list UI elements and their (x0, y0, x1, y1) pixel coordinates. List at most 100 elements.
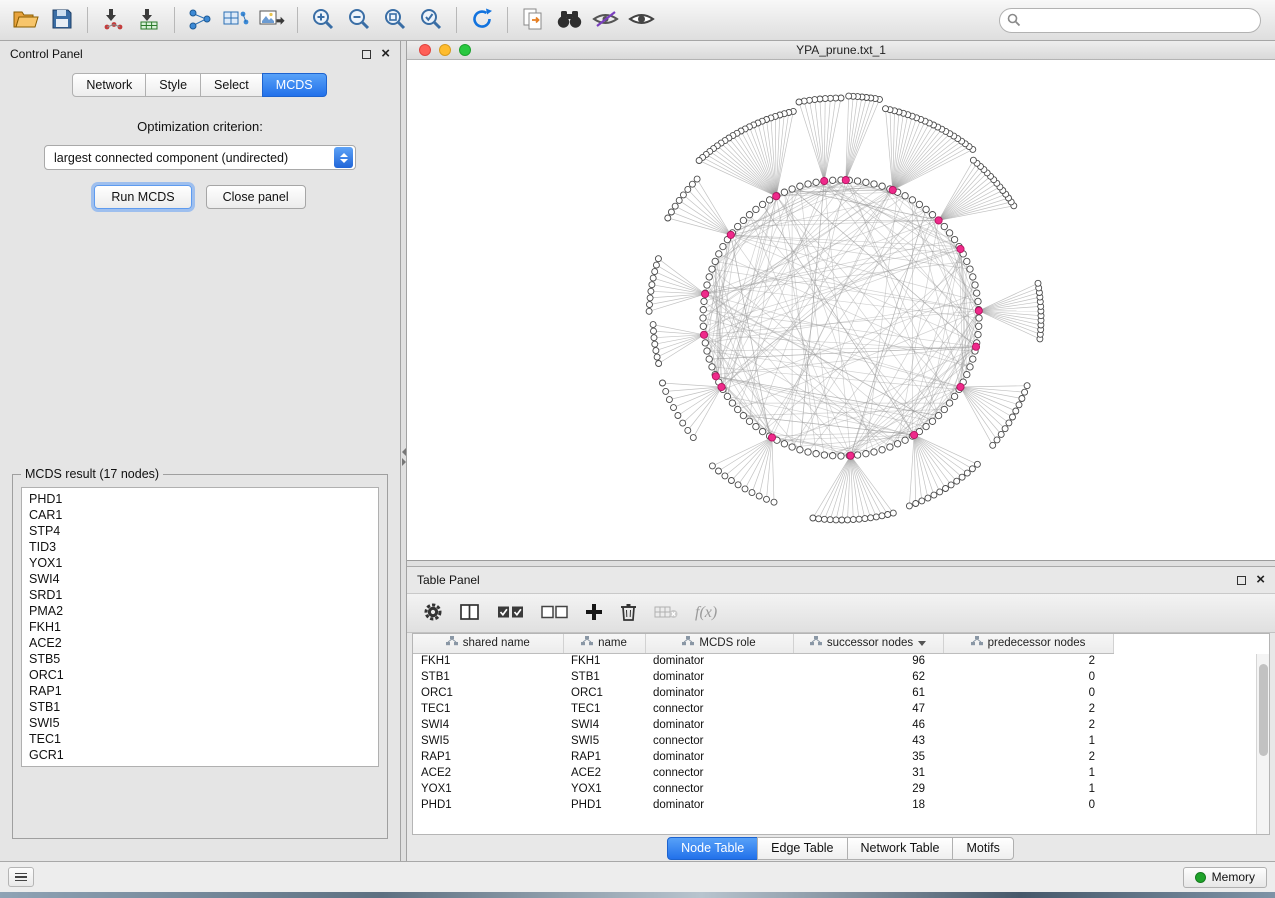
table-cell[interactable]: RAP1 (413, 749, 563, 765)
export-image-button[interactable] (254, 4, 290, 36)
minimize-window-icon[interactable] (439, 44, 451, 56)
delete-column-button[interactable] (620, 602, 637, 625)
column-header-successor-nodes[interactable]: successor nodes (793, 634, 943, 653)
mcds-result-item[interactable]: PMA2 (22, 603, 378, 619)
tab-mcds[interactable]: MCDS (262, 73, 327, 97)
table-row[interactable]: TEC1TEC1connector472 (413, 701, 1269, 717)
table-cell[interactable]: YOX1 (563, 781, 645, 797)
table-cell[interactable]: 35 (793, 749, 943, 765)
table-cell[interactable]: 47 (793, 701, 943, 717)
create-column-button[interactable] (585, 603, 603, 624)
float-table-panel-icon[interactable] (1237, 576, 1246, 585)
close-panel-icon[interactable]: × (381, 49, 390, 59)
table-cell[interactable]: 96 (793, 653, 943, 669)
table-cell[interactable]: 0 (943, 669, 1113, 685)
table-cell[interactable]: SWI5 (413, 733, 563, 749)
table-cell[interactable]: 2 (943, 749, 1113, 765)
mcds-result-item[interactable]: STP4 (22, 523, 378, 539)
table-row[interactable]: ACE2ACE2connector311 (413, 765, 1269, 781)
mcds-result-item[interactable]: PHD1 (22, 491, 378, 507)
table-cell[interactable]: 1 (943, 781, 1113, 797)
table-row[interactable]: ORC1ORC1dominator610 (413, 685, 1269, 701)
unselect-all-columns-button[interactable] (541, 604, 568, 623)
table-row[interactable]: SWI4SWI4dominator462 (413, 717, 1269, 733)
table-row[interactable]: STB1STB1dominator620 (413, 669, 1269, 685)
status-menu-button[interactable] (8, 867, 34, 887)
table-cell[interactable]: TEC1 (413, 701, 563, 717)
table-cell[interactable]: PHD1 (563, 797, 645, 813)
maximize-window-icon[interactable] (459, 44, 471, 56)
tab-network[interactable]: Network (72, 73, 146, 97)
table-cell[interactable]: 46 (793, 717, 943, 733)
tab-style[interactable]: Style (145, 73, 201, 97)
tab-motifs[interactable]: Motifs (952, 837, 1013, 860)
mcds-result-list[interactable]: PHD1CAR1STP4TID3YOX1SWI4SRD1PMA2FKH1ACE2… (21, 487, 379, 767)
network-from-table-button[interactable] (218, 4, 254, 36)
table-cell[interactable]: SWI5 (563, 733, 645, 749)
table-cell[interactable]: ACE2 (413, 765, 563, 781)
table-row[interactable]: PHD1PHD1dominator180 (413, 797, 1269, 813)
mcds-result-item[interactable]: TEC1 (22, 731, 378, 747)
criterion-select[interactable]: largest connected component (undirected) (44, 145, 356, 170)
table-cell[interactable]: STB1 (563, 669, 645, 685)
table-cell[interactable]: TEC1 (563, 701, 645, 717)
close-table-panel-icon[interactable]: × (1256, 575, 1265, 585)
table-row[interactable]: FKH1FKH1dominator962 (413, 653, 1269, 669)
column-header-MCDS-role[interactable]: MCDS role (645, 634, 793, 653)
table-row[interactable]: SWI5SWI5connector431 (413, 733, 1269, 749)
table-cell[interactable]: ORC1 (413, 685, 563, 701)
mcds-result-item[interactable]: SWI4 (22, 571, 378, 587)
table-cell[interactable]: 31 (793, 765, 943, 781)
zoom-selected-button[interactable] (413, 4, 449, 36)
column-header-name[interactable]: name (563, 634, 645, 653)
table-cell[interactable]: connector (645, 765, 793, 781)
table-row[interactable]: RAP1RAP1dominator352 (413, 749, 1269, 765)
mcds-result-item[interactable]: GCR1 (22, 747, 378, 763)
table-cell[interactable]: 0 (943, 797, 1113, 813)
show-annotations-button[interactable] (623, 4, 659, 36)
run-mcds-button[interactable]: Run MCDS (94, 185, 191, 209)
table-cell[interactable]: ORC1 (563, 685, 645, 701)
table-cell[interactable]: dominator (645, 749, 793, 765)
close-window-icon[interactable] (419, 44, 431, 56)
table-cell[interactable]: 18 (793, 797, 943, 813)
mcds-result-item[interactable]: TID3 (22, 539, 378, 555)
search-input[interactable] (999, 8, 1261, 33)
float-panel-icon[interactable] (362, 50, 371, 59)
new-network-button[interactable] (182, 4, 218, 36)
table-cell[interactable]: PHD1 (413, 797, 563, 813)
table-cell[interactable]: 0 (943, 685, 1113, 701)
mcds-result-item[interactable]: CAR1 (22, 507, 378, 523)
find-network-button[interactable] (551, 4, 587, 36)
close-panel-button[interactable]: Close panel (206, 185, 306, 209)
mcds-result-item[interactable]: YOX1 (22, 555, 378, 571)
show-columns-button[interactable] (460, 603, 480, 624)
tab-select[interactable]: Select (200, 73, 263, 97)
table-cell[interactable]: FKH1 (563, 653, 645, 669)
table-cell[interactable]: 43 (793, 733, 943, 749)
import-table-button[interactable] (131, 4, 167, 36)
mcds-result-item[interactable]: SWI5 (22, 715, 378, 731)
function-builder-button[interactable]: f(x) (695, 604, 717, 622)
zoom-out-button[interactable] (341, 4, 377, 36)
copy-network-button[interactable] (515, 4, 551, 36)
table-cell[interactable]: dominator (645, 797, 793, 813)
table-cell[interactable]: FKH1 (413, 653, 563, 669)
table-cell[interactable]: connector (645, 701, 793, 717)
scrollbar-thumb[interactable] (1259, 664, 1268, 756)
table-cell[interactable]: dominator (645, 653, 793, 669)
table-cell[interactable]: RAP1 (563, 749, 645, 765)
open-file-button[interactable] (8, 4, 44, 36)
hide-annotations-button[interactable] (587, 4, 623, 36)
table-cell[interactable]: connector (645, 781, 793, 797)
import-table-disabled-button[interactable] (654, 604, 678, 623)
memory-button[interactable]: Memory (1183, 867, 1267, 888)
mcds-result-item[interactable]: SRD1 (22, 587, 378, 603)
table-cell[interactable]: SWI4 (563, 717, 645, 733)
table-cell[interactable]: YOX1 (413, 781, 563, 797)
table-scrollbar[interactable] (1256, 654, 1269, 834)
table-cell[interactable]: ACE2 (563, 765, 645, 781)
tab-edge-table[interactable]: Edge Table (757, 837, 847, 860)
mcds-result-item[interactable]: RAP1 (22, 683, 378, 699)
mcds-result-item[interactable]: ORC1 (22, 667, 378, 683)
